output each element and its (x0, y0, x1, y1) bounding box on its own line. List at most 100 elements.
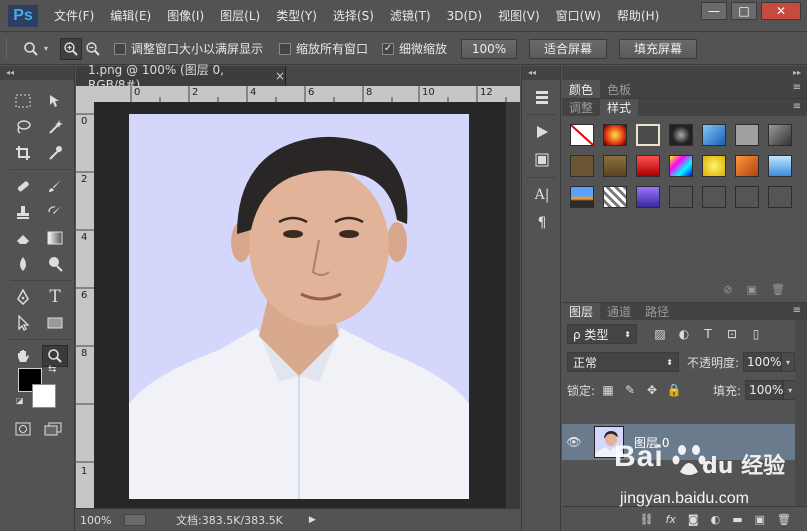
scrubby-zoom-option[interactable]: ✓ 细微缩放 (382, 40, 447, 57)
3d-panel-icon[interactable] (528, 149, 556, 171)
tab-swatches[interactable]: 色板 (600, 80, 638, 98)
style-none[interactable] (570, 124, 594, 146)
hand-tool-icon[interactable] (10, 345, 36, 367)
tab-color[interactable]: 颜色 (562, 80, 601, 98)
panel-menu-icon[interactable]: ≡ (793, 82, 801, 93)
close-button[interactable]: ✕ (761, 2, 801, 20)
chevron-down-icon[interactable]: ▾ (44, 44, 48, 53)
marquee-tool-icon[interactable] (10, 90, 36, 112)
zoom-level-field[interactable]: 100% (76, 514, 124, 527)
tab-styles[interactable]: 样式 (600, 99, 639, 116)
style-swatch[interactable] (735, 124, 759, 146)
menu-view[interactable]: 视图(V) (490, 0, 548, 32)
tab-adjustments[interactable]: 调整 (562, 99, 600, 116)
brush-tool-icon[interactable] (42, 175, 68, 197)
actual-pixels-button[interactable]: 100% (461, 38, 518, 59)
maximize-button[interactable]: □ (731, 2, 757, 20)
magic-wand-tool-icon[interactable] (42, 116, 68, 138)
resize-windows-option[interactable]: 调整窗口大小以满屏显示 (114, 40, 263, 57)
horizontal-ruler[interactable]: 0 2 4 6 8 10 12 (94, 86, 520, 102)
document-image[interactable] (129, 114, 469, 499)
style-swatch[interactable] (603, 124, 627, 146)
style-swatch[interactable] (636, 124, 660, 146)
ruler-origin[interactable] (76, 86, 94, 102)
status-preview-icon[interactable] (124, 514, 146, 526)
style-swatch[interactable] (603, 155, 627, 177)
dodge-tool-icon[interactable] (42, 253, 68, 275)
clone-stamp-tool-icon[interactable] (10, 201, 36, 223)
menu-layer[interactable]: 图层(L) (212, 0, 268, 32)
actions-panel-icon[interactable] (528, 121, 556, 143)
document-tab[interactable]: 1.png @ 100% (图层 0, RGB/8#) × (76, 63, 286, 92)
document-scrollbar[interactable] (506, 102, 520, 508)
zoom-tool-preset-icon[interactable] (20, 38, 42, 60)
tab-layers[interactable]: 图层 (562, 303, 601, 320)
character-panel-icon[interactable]: A| (528, 184, 556, 206)
filter-type-icon[interactable]: T (699, 325, 717, 343)
healing-brush-tool-icon[interactable] (10, 175, 36, 197)
lock-all-icon[interactable]: 🔒 (665, 381, 683, 399)
style-swatch[interactable] (636, 186, 660, 208)
minimize-button[interactable]: — (701, 2, 727, 20)
resize-windows-checkbox[interactable] (114, 42, 127, 55)
style-swatch[interactable] (702, 155, 726, 177)
delete-style-icon[interactable]: 🗑 (771, 283, 785, 296)
pen-tool-icon[interactable] (10, 286, 36, 308)
gradient-tool-icon[interactable] (42, 227, 68, 249)
paragraph-panel-icon[interactable]: ¶ (528, 212, 556, 234)
tab-channels[interactable]: 通道 (600, 303, 638, 320)
panel-menu-icon[interactable]: ≡ (793, 101, 801, 112)
default-colors-icon[interactable]: ◪ (16, 396, 26, 406)
fit-screen-button[interactable]: 适合屏幕 (529, 38, 608, 59)
lock-transparent-icon[interactable]: ▦ (599, 381, 617, 399)
eye-icon[interactable]: 👁 (562, 435, 586, 449)
eraser-tool-icon[interactable] (10, 227, 36, 249)
zoom-in-icon[interactable] (60, 37, 83, 60)
eyedropper-tool-icon[interactable] (42, 142, 68, 164)
background-color-swatch[interactable] (32, 384, 56, 408)
style-swatch[interactable] (768, 124, 792, 146)
blur-tool-icon[interactable] (10, 253, 36, 275)
path-selection-tool-icon[interactable] (10, 312, 36, 334)
style-swatch[interactable] (603, 186, 627, 208)
filter-shape-icon[interactable]: ⊡ (723, 325, 741, 343)
history-panel-icon[interactable] (528, 86, 556, 108)
style-swatch[interactable] (735, 155, 759, 177)
lock-pixels-icon[interactable]: ✎ (621, 381, 639, 399)
new-style-icon[interactable]: ▣ (747, 283, 757, 296)
tab-paths[interactable]: 路径 (638, 303, 676, 320)
screen-mode-icon[interactable] (40, 418, 66, 440)
filter-smart-object-icon[interactable]: ▯ (747, 325, 765, 343)
style-swatch[interactable] (669, 124, 693, 146)
rectangle-tool-icon[interactable] (42, 312, 68, 334)
style-swatch[interactable] (570, 186, 594, 208)
panel-menu-icon[interactable]: ≡ (793, 305, 801, 316)
vertical-ruler[interactable]: 0 2 4 6 8 1 (76, 102, 94, 508)
zoom-all-option[interactable]: 缩放所有窗口 (279, 40, 368, 57)
style-swatch[interactable] (702, 186, 726, 208)
style-swatch[interactable] (669, 155, 693, 177)
dock-collapse-icon[interactable]: ◂◂ (522, 66, 560, 80)
style-swatch[interactable] (570, 155, 594, 177)
filter-pixel-icon[interactable]: ▨ (651, 325, 669, 343)
lasso-tool-icon[interactable] (10, 116, 36, 138)
zoom-out-icon[interactable] (82, 38, 104, 60)
layer-filter-dropdown[interactable]: ρ 类型 ⬍ (567, 324, 637, 344)
fill-screen-button[interactable]: 填充屏幕 (619, 38, 698, 59)
lock-position-icon[interactable]: ✥ (643, 381, 661, 399)
opacity-input[interactable]: 100% (743, 352, 781, 372)
status-menu-arrow-icon[interactable]: ▶ (309, 515, 316, 525)
type-tool-icon[interactable]: T (42, 286, 68, 308)
menu-edit[interactable]: 编辑(E) (102, 0, 159, 32)
menu-select[interactable]: 选择(S) (325, 0, 382, 32)
filter-adjustment-icon[interactable]: ◐ (675, 325, 693, 343)
menu-3d[interactable]: 3D(D) (439, 0, 490, 32)
style-swatch[interactable] (636, 155, 660, 177)
zoom-all-checkbox[interactable] (279, 42, 292, 55)
style-swatch[interactable] (735, 186, 759, 208)
style-swatch[interactable] (768, 186, 792, 208)
menu-file[interactable]: 文件(F) (46, 0, 102, 32)
scrubby-zoom-checkbox[interactable]: ✓ (382, 42, 395, 55)
quick-mask-icon[interactable] (10, 418, 36, 440)
style-swatch[interactable] (702, 124, 726, 146)
